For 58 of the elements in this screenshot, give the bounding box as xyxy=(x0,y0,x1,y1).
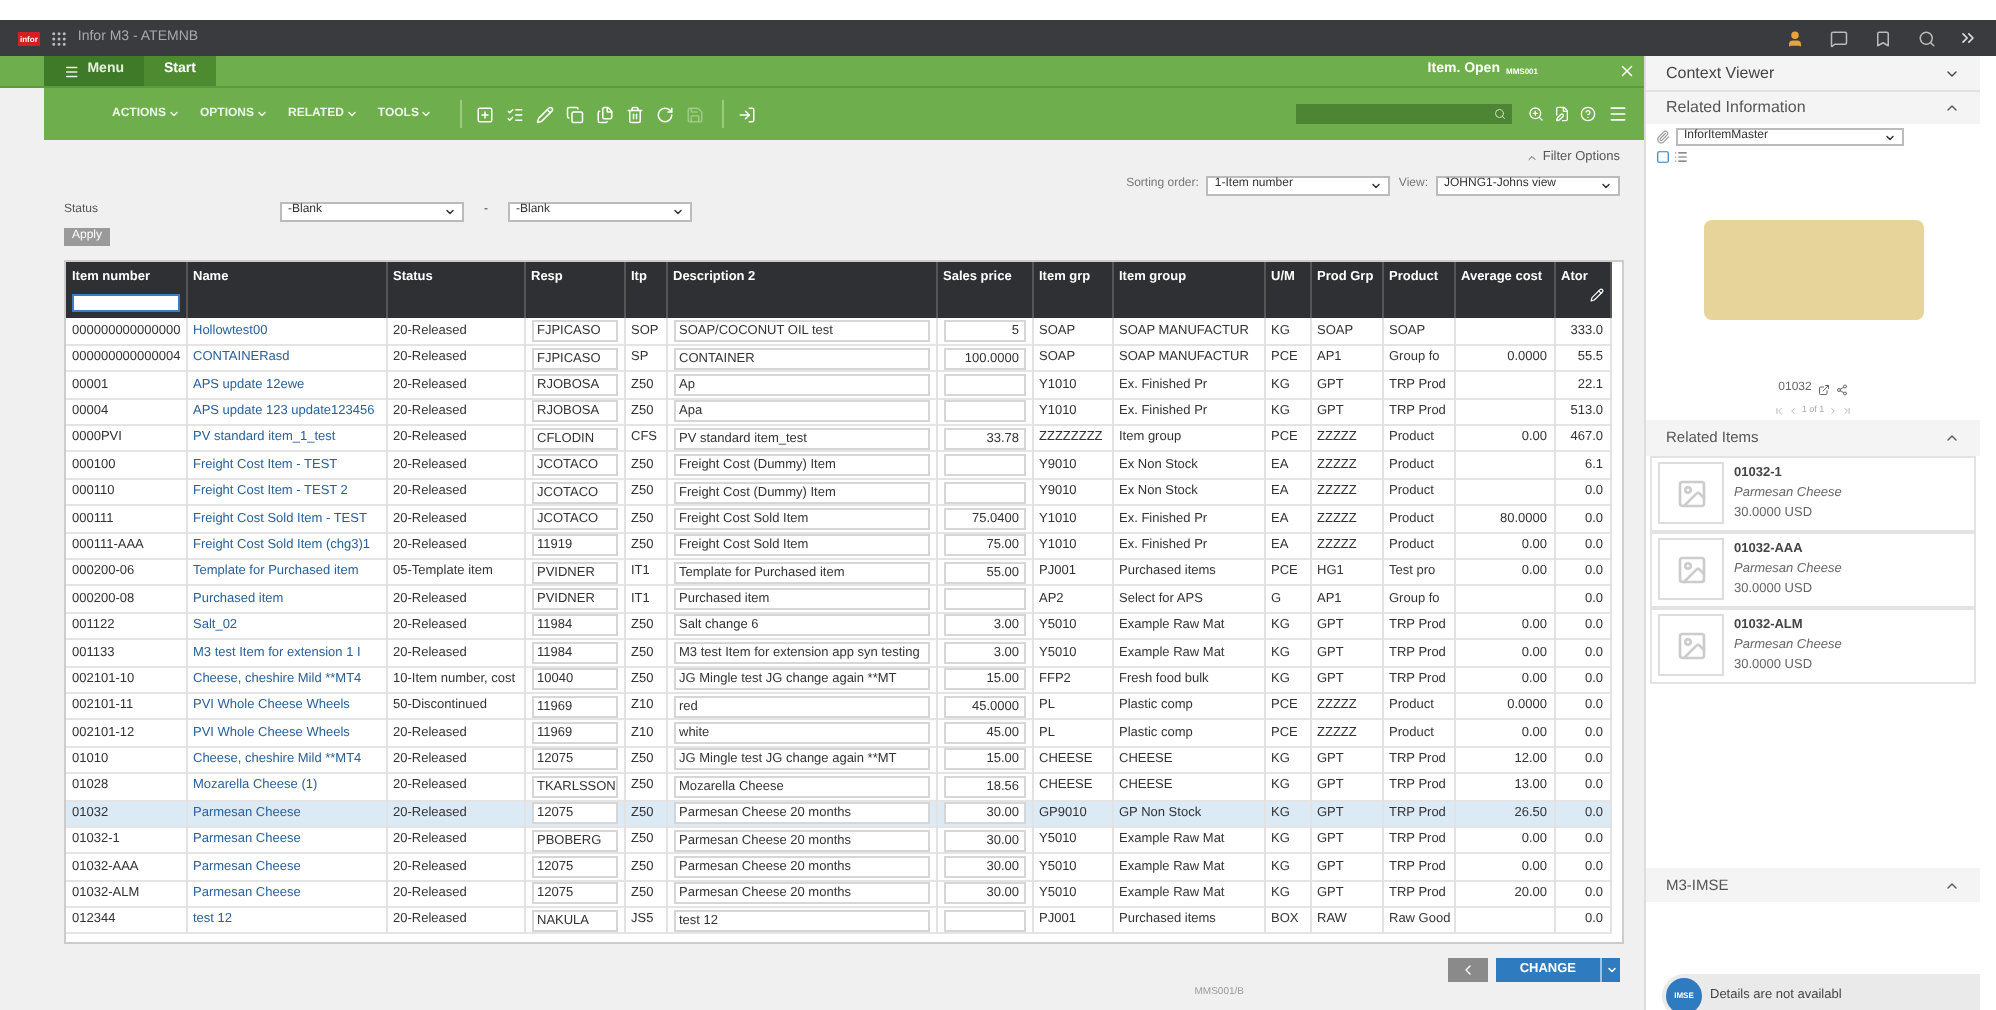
bookmark-icon[interactable] xyxy=(1874,29,1892,47)
menu-icon xyxy=(64,61,80,81)
caret-icon xyxy=(256,108,269,120)
image-placeholder-icon xyxy=(1658,614,1724,677)
caret-icon xyxy=(1600,179,1612,192)
caret-icon xyxy=(1605,964,1617,976)
app-grid-icon[interactable] xyxy=(49,29,68,47)
caret-icon xyxy=(168,108,180,120)
related-information-header[interactable]: Related Information xyxy=(1646,90,1980,124)
previous-page-icon[interactable] xyxy=(1787,405,1798,416)
image-placeholder-icon xyxy=(1658,462,1724,525)
message-icon[interactable] xyxy=(1830,29,1848,47)
refresh-icon[interactable] xyxy=(656,105,675,123)
table-input-field[interactable] xyxy=(943,588,1025,611)
search-icon[interactable] xyxy=(1918,29,1936,47)
caret-icon xyxy=(420,108,433,120)
attachment-icon xyxy=(1656,130,1670,144)
search-icon xyxy=(1494,108,1506,120)
caret-icon xyxy=(672,205,684,218)
add-icon[interactable] xyxy=(476,105,495,123)
table-input-field[interactable] xyxy=(943,909,1025,932)
table-input-field[interactable] xyxy=(943,481,1025,504)
tile-view-icon[interactable] xyxy=(1656,150,1670,164)
edit-icon[interactable] xyxy=(1589,287,1603,302)
caret-icon xyxy=(1370,179,1383,192)
context-viewer-header[interactable]: Context Viewer xyxy=(1646,56,1980,90)
open-related-icon[interactable] xyxy=(736,105,759,123)
next-page-icon[interactable] xyxy=(1828,405,1839,416)
list-view-icon[interactable] xyxy=(1674,150,1688,164)
chevron-up-icon xyxy=(1944,100,1960,116)
caret-icon xyxy=(345,108,358,120)
image-placeholder-icon xyxy=(1658,538,1724,601)
close-icon[interactable] xyxy=(1618,62,1636,80)
table-input-field[interactable] xyxy=(943,373,1025,396)
change-menu-button[interactable] xyxy=(1600,958,1620,982)
back-button[interactable] xyxy=(1447,958,1488,982)
caret-icon xyxy=(1884,131,1896,143)
search-field[interactable] xyxy=(1296,104,1512,124)
column-filter-field[interactable] xyxy=(72,293,179,312)
copy-icon[interactable] xyxy=(566,105,585,123)
caret-icon xyxy=(444,205,456,218)
last-page-icon[interactable] xyxy=(1842,405,1853,416)
help-icon[interactable] xyxy=(1580,106,1596,122)
list-icon[interactable] xyxy=(506,105,525,123)
save-icon[interactable] xyxy=(686,105,705,123)
share-icon[interactable] xyxy=(1835,383,1848,395)
user-icon[interactable] xyxy=(1786,29,1804,47)
files-icon[interactable] xyxy=(596,105,615,123)
menu-icon[interactable] xyxy=(1608,104,1628,124)
note-icon[interactable] xyxy=(1554,106,1570,122)
first-page-icon[interactable] xyxy=(1773,405,1784,416)
expand-icon[interactable] xyxy=(1958,28,1978,48)
open-icon[interactable] xyxy=(1817,383,1830,395)
delete-icon[interactable] xyxy=(626,105,645,123)
zoom-icon[interactable] xyxy=(1528,106,1544,122)
chevron-up-icon xyxy=(1526,151,1539,164)
table-input-field[interactable] xyxy=(943,400,1025,423)
table-input-field[interactable] xyxy=(943,454,1025,477)
